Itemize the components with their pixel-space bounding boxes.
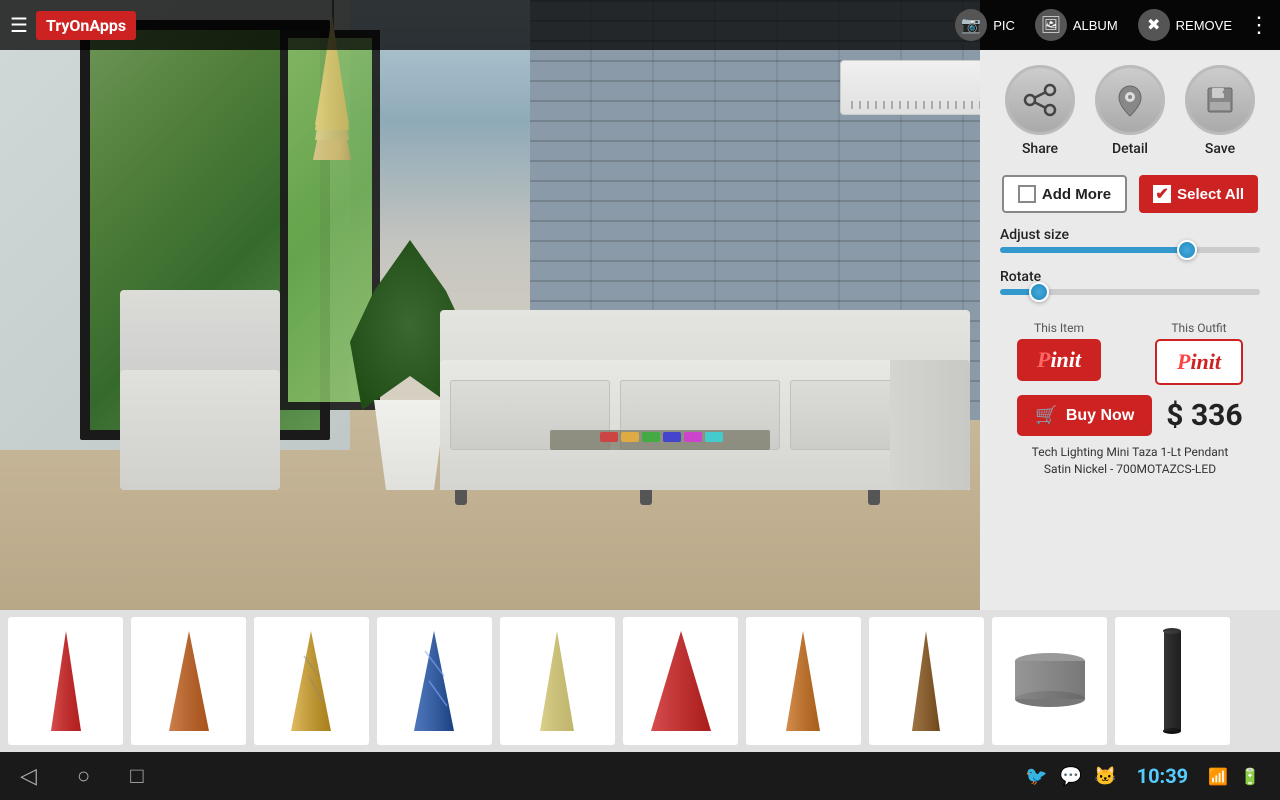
adjust-size-fill (1000, 247, 1187, 253)
remove-icon: ✖ (1138, 9, 1170, 41)
thumbnail-10[interactable] (1115, 617, 1230, 745)
remove-label: REMOVE (1176, 18, 1232, 33)
this-item-label: This Item (1034, 321, 1084, 335)
cart-icon: 🛒 (1035, 405, 1057, 426)
thumbnail-7[interactable] (746, 617, 861, 745)
thumbnail-8[interactable] (869, 617, 984, 745)
right-panel: Share Detail Save (980, 50, 1280, 610)
rotate-section: Rotate (990, 269, 1270, 303)
thumbnail-5[interactable] (500, 617, 615, 745)
pinit-outfit-button[interactable]: Pinit (1155, 339, 1243, 385)
thumbnail-6[interactable] (623, 617, 738, 745)
pinit-this-item: This Item Pinit (1017, 321, 1101, 385)
back-button[interactable]: ◁ (20, 763, 37, 789)
pinit-outfit-text: Pinit (1177, 349, 1221, 374)
save-button[interactable] (1185, 65, 1255, 135)
select-all-label: Select All (1177, 186, 1244, 203)
detail-action: Detail (1095, 65, 1165, 157)
menu-icon[interactable]: ☰ (10, 13, 28, 37)
detail-label: Detail (1112, 141, 1148, 157)
buy-section: 🛒 Buy Now $ 336 (1017, 395, 1242, 436)
save-action: Save (1185, 65, 1255, 157)
topbar: ☰ TryOnApps 📷 PIC 🖼 ALBUM ✖ REMOVE ⋮ (0, 0, 1280, 50)
app-logo: TryOnApps (36, 11, 136, 40)
adjust-size-slider[interactable] (1000, 247, 1260, 253)
scene-view (0, 0, 980, 610)
thumbnail-1[interactable] (8, 617, 123, 745)
remove-button[interactable]: ✖ REMOVE (1138, 9, 1232, 41)
thumbnail-4[interactable] (377, 617, 492, 745)
buy-now-button[interactable]: 🛒 Buy Now (1017, 395, 1152, 436)
more-options-icon[interactable]: ⋮ (1248, 13, 1270, 38)
rotate-thumb[interactable] (1029, 282, 1049, 302)
price-display: $ 336 (1166, 398, 1242, 433)
pinit-this-outfit: This Outfit Pinit (1155, 321, 1243, 385)
pic-label: PIC (993, 18, 1015, 33)
select-all-button[interactable]: ✔ Select All (1139, 175, 1258, 213)
clock-display: 10:39 (1137, 764, 1189, 788)
wifi-icon: 📶 (1208, 767, 1228, 786)
cat-icon: 🐱 (1094, 766, 1116, 787)
ac-unit (840, 60, 980, 115)
recents-button[interactable]: □ (130, 763, 143, 789)
rotate-slider[interactable] (1000, 289, 1260, 295)
action-buttons-row: Share Detail Save (1005, 65, 1255, 157)
product-name: Tech Lighting Mini Taza 1-Lt Pendant Sat… (1027, 444, 1234, 478)
pinit-item-text: Pinit (1037, 347, 1081, 372)
camera-icon: 📷 (955, 9, 987, 41)
bottom-navbar: ◁ ○ □ 🐦 💬 🐱 10:39 📶 🔋 (0, 752, 1280, 800)
share-button[interactable] (1005, 65, 1075, 135)
select-all-checkbox: ✔ (1153, 185, 1171, 203)
album-button[interactable]: 🖼 ALBUM (1035, 9, 1118, 41)
buy-now-label: Buy Now (1066, 407, 1134, 425)
add-more-button[interactable]: Add More (1002, 175, 1127, 213)
battery-icon: 🔋 (1240, 767, 1260, 786)
detail-button[interactable] (1095, 65, 1165, 135)
thumbnail-strip (0, 610, 1280, 752)
add-more-label: Add More (1042, 186, 1111, 203)
adjust-size-thumb[interactable] (1177, 240, 1197, 260)
thumbnail-9[interactable] (992, 617, 1107, 745)
home-button[interactable]: ○ (77, 763, 90, 789)
adjust-size-label: Adjust size (1000, 227, 1260, 243)
pinit-item-button[interactable]: Pinit (1017, 339, 1101, 381)
pic-button[interactable]: 📷 PIC (955, 9, 1015, 41)
adjust-size-section: Adjust size (990, 227, 1270, 261)
share-label: Share (1022, 141, 1058, 157)
album-icon: 🖼 (1035, 9, 1067, 41)
thumbnail-3[interactable] (254, 617, 369, 745)
save-label: Save (1205, 141, 1235, 157)
chat-icon: 💬 (1060, 766, 1082, 787)
pinit-section: This Item Pinit This Outfit Pinit (990, 321, 1270, 385)
twitter-icon: 🐦 (1025, 766, 1047, 787)
share-action: Share (1005, 65, 1075, 157)
add-more-checkbox (1018, 185, 1036, 203)
thumbnail-2[interactable] (131, 617, 246, 745)
select-row: Add More ✔ Select All (1002, 175, 1258, 213)
status-icons: 🐦 💬 🐱 10:39 📶 🔋 (1025, 764, 1260, 788)
this-outfit-label: This Outfit (1171, 321, 1226, 335)
album-label: ALBUM (1073, 18, 1118, 33)
chair (100, 290, 300, 490)
coffee-table (550, 430, 770, 520)
